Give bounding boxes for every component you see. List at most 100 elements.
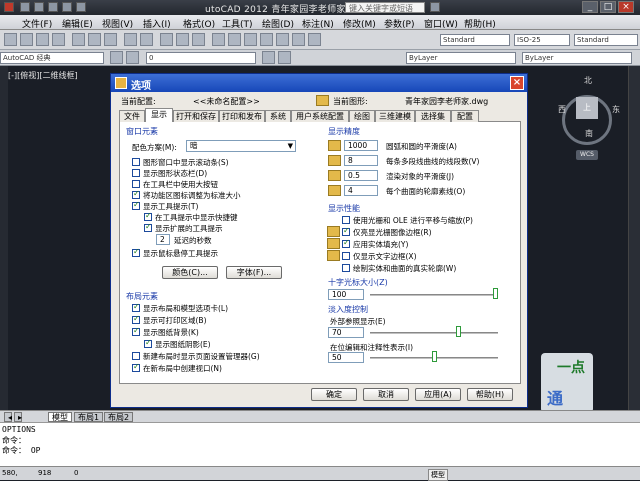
wcs-menu-button[interactable]: WCS: [576, 150, 598, 160]
menu-parametric[interactable]: 参数(P): [384, 17, 414, 30]
xref-fade-input[interactable]: 70: [328, 327, 364, 338]
tab-profiles[interactable]: 配置: [451, 110, 479, 122]
checkbox-page-setup-manager-label[interactable]: 新建布局时显示页面设置管理器(G): [143, 351, 260, 362]
checkbox-paper-shadow-label[interactable]: 显示图纸阴影(E): [155, 339, 211, 350]
checkbox-solid-fill[interactable]: [342, 238, 350, 248]
fonts-button[interactable]: 字体(F)...: [226, 266, 282, 279]
tab-files[interactable]: 文件: [119, 110, 145, 122]
checkbox-large-buttons[interactable]: [132, 180, 140, 188]
checkbox-ribbon-icons-label[interactable]: 将功能区图标调整为标准大小: [143, 190, 241, 201]
layer-manager-icon[interactable]: [110, 51, 123, 64]
menu-format[interactable]: 格式(O): [183, 17, 215, 30]
tool-paste-icon[interactable]: [104, 33, 117, 46]
contour-lines-input[interactable]: 4: [344, 185, 378, 196]
cancel-button[interactable]: 取消: [363, 388, 409, 401]
layer-combo[interactable]: 0: [146, 52, 256, 64]
checkbox-tooltips[interactable]: [132, 200, 140, 210]
checkbox-raster-ole-label[interactable]: 使用光栅和 OLE 进行平移与缩放(P): [353, 215, 473, 226]
command-prompt[interactable]: 命令： OP: [2, 445, 40, 456]
color-combo[interactable]: ByLayer: [406, 52, 516, 64]
tab-3d-modeling[interactable]: 三维建模: [375, 110, 415, 122]
checkbox-rollover-tooltips-label[interactable]: 显示鼠标悬停工具提示: [143, 248, 218, 259]
tool-zoom-window-icon[interactable]: [192, 33, 205, 46]
checkbox-text-frame-label[interactable]: 仅显示文字边框(X): [353, 251, 417, 262]
tool-cut-icon[interactable]: [72, 33, 85, 46]
checkbox-raster-frame-label[interactable]: 仅亮显光栅图像边框(R): [353, 227, 432, 238]
inplace-fade-input[interactable]: 50: [328, 352, 364, 363]
tool-zoom-icon[interactable]: [176, 33, 189, 46]
layer-state-icon[interactable]: [126, 51, 139, 64]
checkbox-printable-area[interactable]: [132, 314, 140, 324]
checkbox-rollover-tooltips[interactable]: [132, 247, 140, 257]
menu-modify[interactable]: 修改(M): [343, 17, 376, 30]
render-smoothness-input[interactable]: 0.5: [344, 170, 378, 181]
tool-copy-icon[interactable]: [88, 33, 101, 46]
checkbox-paper-shadow[interactable]: [144, 338, 152, 348]
tab-system[interactable]: 系统: [265, 110, 291, 122]
tab-user-preferences[interactable]: 用户系统配置: [291, 110, 349, 122]
tool-palettes-icon[interactable]: [244, 33, 257, 46]
tool-save-icon[interactable]: [36, 33, 49, 46]
xref-slider-thumb[interactable]: [456, 326, 462, 337]
tool-new-icon[interactable]: [4, 33, 17, 46]
close-icon[interactable]: ×: [618, 1, 634, 13]
make-current-icon[interactable]: [262, 51, 275, 64]
checkbox-create-viewport[interactable]: [132, 362, 140, 372]
tab-open-save[interactable]: 打开和保存: [173, 110, 219, 122]
checkbox-large-buttons-label[interactable]: 在工具栏中使用大按钮: [143, 179, 218, 190]
viewcube-south[interactable]: 南: [585, 128, 593, 139]
left-toolbar-strip[interactable]: [0, 66, 8, 410]
viewcube-east[interactable]: 东: [612, 104, 620, 115]
checkbox-shortcut-keys[interactable]: [144, 211, 152, 221]
search-icon[interactable]: [430, 2, 440, 12]
command-line[interactable]: OPTIONS 命令： 命令： OP: [0, 422, 640, 466]
viewport-label[interactable]: [-][俯视][二维线框]: [8, 70, 78, 81]
tab-scroll-right-icon[interactable]: ▸: [14, 412, 22, 422]
menu-dimension[interactable]: 标注(N): [302, 17, 334, 30]
tool-properties-icon[interactable]: [212, 33, 225, 46]
menu-window[interactable]: 窗口(W): [424, 17, 458, 30]
tab-plot-publish[interactable]: 打印和发布: [219, 110, 265, 122]
menu-help[interactable]: 帮助(H): [464, 17, 496, 30]
menu-draw[interactable]: 绘图(D): [262, 17, 294, 30]
checkbox-raster-frame[interactable]: [342, 226, 350, 236]
checkbox-true-silhouettes-label[interactable]: 绘制实体和曲面的真实轮廓(W): [353, 263, 456, 274]
tool-help-icon[interactable]: [308, 33, 321, 46]
checkbox-shortcut-keys-label[interactable]: 在工具提示中显示快捷键: [155, 212, 238, 223]
checkbox-layout-tabs-label[interactable]: 显示布局和模型选项卡(L): [143, 303, 228, 314]
checkbox-text-frame[interactable]: [342, 252, 350, 260]
checkbox-extended-tooltips[interactable]: [144, 222, 152, 232]
polyline-segments-input[interactable]: 8: [344, 155, 378, 166]
crosshair-size-input[interactable]: 100: [328, 289, 364, 300]
tool-markup-icon[interactable]: [276, 33, 289, 46]
model-space-toggle[interactable]: 模型: [428, 469, 448, 481]
inplace-slider-thumb[interactable]: [431, 351, 437, 362]
tab-layout2[interactable]: 布局2: [104, 412, 134, 422]
tool-print-icon[interactable]: [52, 33, 65, 46]
tool-calc-icon[interactable]: [292, 33, 305, 46]
linetype-combo[interactable]: ByLayer: [522, 52, 632, 64]
dialog-close-button[interactable]: ×: [510, 76, 524, 90]
undo-icon[interactable]: [62, 2, 72, 12]
xref-fade-slider[interactable]: [370, 332, 498, 334]
checkbox-scrollbars-label[interactable]: 图形窗口中显示滚动条(S): [143, 157, 229, 168]
tab-drafting[interactable]: 绘图: [349, 110, 375, 122]
menu-edit[interactable]: 编辑(E): [62, 17, 93, 30]
dim-style-combo[interactable]: ISO-25: [514, 34, 570, 46]
checkbox-printable-area-label[interactable]: 显示可打印区域(B): [143, 315, 207, 326]
save-icon[interactable]: [48, 2, 58, 12]
tooltip-delay-input[interactable]: 2: [156, 234, 170, 245]
minimize-icon[interactable]: _: [582, 1, 598, 13]
tool-undo-icon[interactable]: [124, 33, 137, 46]
tab-display[interactable]: 显示: [145, 108, 173, 122]
right-toolbar-strip[interactable]: [628, 66, 640, 410]
checkbox-true-silhouettes[interactable]: [342, 264, 350, 272]
checkbox-ribbon-icons[interactable]: [132, 189, 140, 199]
checkbox-paper-background[interactable]: [132, 326, 140, 336]
help-button[interactable]: 帮助(H): [467, 388, 513, 401]
checkbox-scrollbars[interactable]: [132, 158, 140, 166]
open-file-icon[interactable]: [34, 2, 44, 12]
tool-sheetset-icon[interactable]: [260, 33, 273, 46]
maximize-icon[interactable]: □: [600, 1, 616, 13]
tab-model[interactable]: 模型: [48, 412, 72, 422]
